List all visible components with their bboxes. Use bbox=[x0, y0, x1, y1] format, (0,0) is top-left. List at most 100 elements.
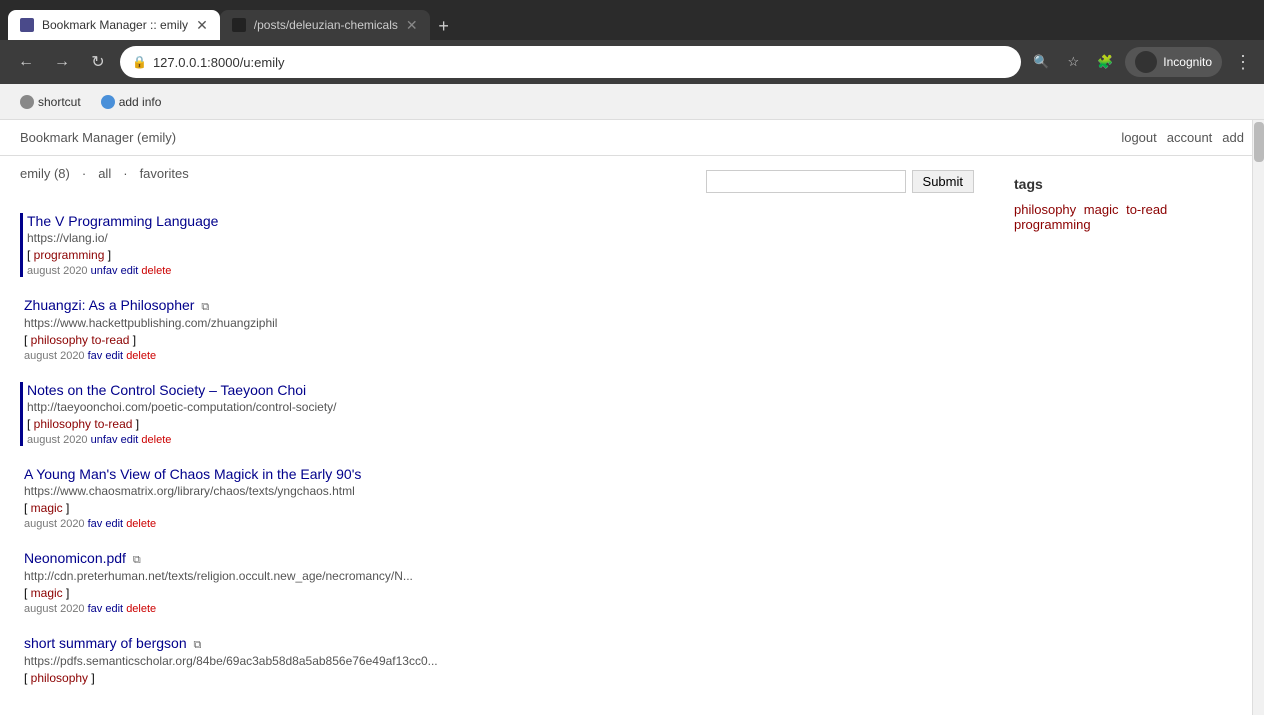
bookmark-title-6-text: short summary of bergson bbox=[24, 635, 187, 651]
tag-cloud-philosophy[interactable]: philosophy bbox=[1014, 202, 1076, 217]
unfav-action-1[interactable]: unfav bbox=[91, 265, 118, 277]
tab-title-1: Bookmark Manager :: emily bbox=[42, 18, 188, 32]
username-link[interactable]: emily (8) bbox=[20, 166, 70, 181]
tag-toread-3[interactable]: to-read bbox=[94, 417, 132, 431]
nav-dot-2: · bbox=[123, 166, 127, 181]
favorites-link[interactable]: favorites bbox=[140, 166, 189, 181]
incognito-button[interactable]: Incognito bbox=[1125, 47, 1222, 77]
tab-bar: Bookmark Manager :: emily ✕ /posts/deleu… bbox=[0, 0, 1264, 40]
edit-action-3[interactable]: edit bbox=[121, 434, 139, 446]
header-links: logout account add bbox=[1121, 130, 1244, 145]
scrollbar[interactable] bbox=[1252, 120, 1264, 715]
url-bar[interactable]: 🔒 127.0.0.1:8000/u:emily bbox=[120, 46, 1021, 78]
bookmarks-bar: shortcut add info bbox=[0, 84, 1264, 120]
delete-action-5[interactable]: delete bbox=[126, 603, 156, 615]
bookmark-entry-4: A Young Man's View of Chaos Magick in th… bbox=[20, 466, 974, 530]
fav-action-2[interactable]: fav bbox=[88, 350, 103, 362]
bookmarks-bar-item-addinfo[interactable]: add info bbox=[93, 91, 170, 113]
browser-chrome: Bookmark Manager :: emily ✕ /posts/deleu… bbox=[0, 0, 1264, 120]
bookmark-url-1: https://vlang.io/ bbox=[27, 231, 974, 245]
scrollbar-thumb[interactable] bbox=[1254, 122, 1264, 162]
browser-menu-button[interactable]: ⋮ bbox=[1234, 52, 1252, 73]
tab-close-1[interactable]: ✕ bbox=[196, 17, 208, 34]
page-body: emily (8) · all · favorites Submit The V… bbox=[0, 156, 1264, 715]
tab-posts[interactable]: /posts/deleuzian-chemicals ✕ bbox=[220, 10, 430, 40]
edit-action-2[interactable]: edit bbox=[105, 350, 123, 362]
nav-bar: ← → ↻ 🔒 127.0.0.1:8000/u:emily 🔍 ☆ 🧩 Inc… bbox=[0, 40, 1264, 84]
tag-philosophy-3[interactable]: philosophy bbox=[34, 417, 91, 431]
logout-link[interactable]: logout bbox=[1121, 130, 1156, 145]
bookmark-date-3: august 2020 bbox=[27, 434, 88, 446]
pdf-icon-6: ⧉ bbox=[194, 639, 202, 651]
delete-action-4[interactable]: delete bbox=[126, 518, 156, 530]
bookmark-tags-1: [ programming ] bbox=[27, 248, 974, 262]
search-icon[interactable]: 🔍 bbox=[1029, 50, 1053, 74]
page-header: Bookmark Manager (emily) logout account … bbox=[0, 120, 1264, 156]
tag-cloud-toread[interactable]: to-read bbox=[1126, 202, 1167, 217]
search-input[interactable] bbox=[706, 170, 906, 193]
bookmark-date-2: august 2020 bbox=[24, 350, 85, 362]
back-button[interactable]: ← bbox=[12, 48, 40, 76]
bookmark-title-1[interactable]: The V Programming Language bbox=[27, 213, 218, 229]
tag-toread-2[interactable]: to-read bbox=[91, 333, 129, 347]
tag-philosophy-2[interactable]: philosophy bbox=[31, 333, 88, 347]
bookmark-title-2[interactable]: Zhuangzi: As a Philosopher ⧉ bbox=[24, 297, 209, 313]
lock-icon: 🔒 bbox=[132, 55, 147, 69]
bookmark-entry-6: short summary of bergson ⧉ https://pdfs.… bbox=[20, 635, 974, 685]
bookmark-title-5[interactable]: Neonomicon.pdf ⧉ bbox=[24, 550, 141, 566]
forward-button[interactable]: → bbox=[48, 48, 76, 76]
delete-action-1[interactable]: delete bbox=[141, 265, 171, 277]
bookmark-tags-2: [ philosophy to-read ] bbox=[24, 333, 974, 347]
nav-dot-1: · bbox=[82, 166, 86, 181]
tag-cloud-programming[interactable]: programming bbox=[1014, 217, 1091, 232]
bookmark-tags-5: [ magic ] bbox=[24, 586, 974, 600]
star-icon[interactable]: ☆ bbox=[1061, 50, 1085, 74]
edit-action-5[interactable]: edit bbox=[105, 603, 123, 615]
tag-magic-5[interactable]: magic bbox=[31, 586, 63, 600]
tag-magic-4[interactable]: magic bbox=[31, 501, 63, 515]
user-nav: emily (8) · all · favorites bbox=[20, 166, 189, 181]
bookmark-date-5: august 2020 bbox=[24, 603, 85, 615]
all-link[interactable]: all bbox=[98, 166, 111, 181]
bookmark-entry-2: Zhuangzi: As a Philosopher ⧉ https://www… bbox=[20, 297, 974, 362]
tag-cloud: philosophy magic to-read programming bbox=[1014, 202, 1244, 232]
bookmark-url-5: http://cdn.preterhuman.net/texts/religio… bbox=[24, 569, 974, 583]
bookmark-entry-5: Neonomicon.pdf ⧉ http://cdn.preterhuman.… bbox=[20, 550, 974, 615]
page-content: Bookmark Manager (emily) logout account … bbox=[0, 120, 1264, 715]
delete-action-2[interactable]: delete bbox=[126, 350, 156, 362]
page-header-title: Bookmark Manager (emily) bbox=[20, 130, 176, 145]
bookmark-meta-1: august 2020 unfav edit delete bbox=[27, 265, 974, 277]
shortcut-globe-icon bbox=[20, 95, 34, 109]
fav-action-5[interactable]: fav bbox=[88, 603, 103, 615]
bookmark-meta-2: august 2020 fav edit delete bbox=[24, 350, 974, 362]
username-count: (8) bbox=[54, 166, 70, 181]
pdf-icon-5: ⧉ bbox=[133, 554, 141, 566]
add-link[interactable]: add bbox=[1222, 130, 1244, 145]
bookmark-url-6: https://pdfs.semanticscholar.org/84be/69… bbox=[24, 654, 974, 668]
bookmark-tags-4: [ magic ] bbox=[24, 501, 974, 515]
reload-button[interactable]: ↻ bbox=[84, 48, 112, 76]
search-submit-button[interactable]: Submit bbox=[912, 170, 974, 193]
tab-bookmark-manager[interactable]: Bookmark Manager :: emily ✕ bbox=[8, 10, 220, 40]
delete-action-3[interactable]: delete bbox=[141, 434, 171, 446]
fav-action-4[interactable]: fav bbox=[88, 518, 103, 530]
bookmarks-bar-item-shortcut[interactable]: shortcut bbox=[12, 91, 89, 113]
account-link[interactable]: account bbox=[1167, 130, 1213, 145]
bookmark-title-4[interactable]: A Young Man's View of Chaos Magick in th… bbox=[24, 466, 361, 482]
bookmark-entry-3: Notes on the Control Society – Taeyoon C… bbox=[20, 382, 974, 446]
username-text: emily bbox=[20, 166, 50, 181]
tag-cloud-magic[interactable]: magic bbox=[1084, 202, 1119, 217]
unfav-action-3[interactable]: unfav bbox=[91, 434, 118, 446]
bookmark-title-3[interactable]: Notes on the Control Society – Taeyoon C… bbox=[27, 382, 306, 398]
edit-action-1[interactable]: edit bbox=[121, 265, 139, 277]
bookmark-entry-1: The V Programming Language https://vlang… bbox=[20, 213, 974, 277]
edit-action-4[interactable]: edit bbox=[105, 518, 123, 530]
tag-programming[interactable]: programming bbox=[34, 248, 105, 262]
tag-philosophy-6[interactable]: philosophy bbox=[31, 671, 88, 685]
tab-close-2[interactable]: ✕ bbox=[406, 17, 418, 34]
extensions-icon[interactable]: 🧩 bbox=[1093, 50, 1117, 74]
shortcut-label: shortcut bbox=[38, 95, 81, 109]
bookmark-title-6[interactable]: short summary of bergson ⧉ bbox=[24, 635, 201, 651]
sidebar: tags philosophy magic to-read programmin… bbox=[994, 166, 1244, 705]
new-tab-button[interactable]: + bbox=[430, 12, 458, 40]
